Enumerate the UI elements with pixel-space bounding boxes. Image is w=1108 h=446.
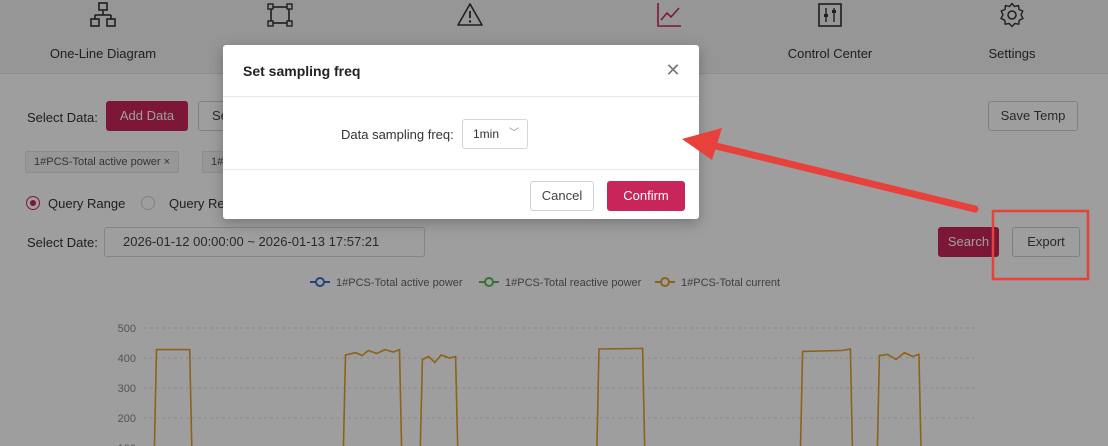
dialog-title: Set sampling freq — [243, 63, 361, 79]
close-icon[interactable]: ✕ — [663, 60, 683, 80]
dialog-footer: Cancel Confirm — [223, 169, 699, 219]
sampling-freq-label: Data sampling freq: — [341, 127, 454, 142]
dialog-header: Set sampling freq ✕ — [223, 45, 699, 97]
sampling-freq-value: 1min — [473, 127, 500, 141]
confirm-button[interactable]: Confirm — [607, 181, 685, 211]
chevron-down-icon: ﹀ — [509, 128, 519, 139]
sampling-freq-select[interactable]: 1min ﹀ — [462, 119, 528, 149]
sampling-freq-dialog: Set sampling freq ✕ Data sampling freq: … — [223, 45, 699, 219]
cancel-button[interactable]: Cancel — [530, 181, 594, 211]
dialog-body: Data sampling freq: 1min ﹀ — [223, 97, 699, 169]
